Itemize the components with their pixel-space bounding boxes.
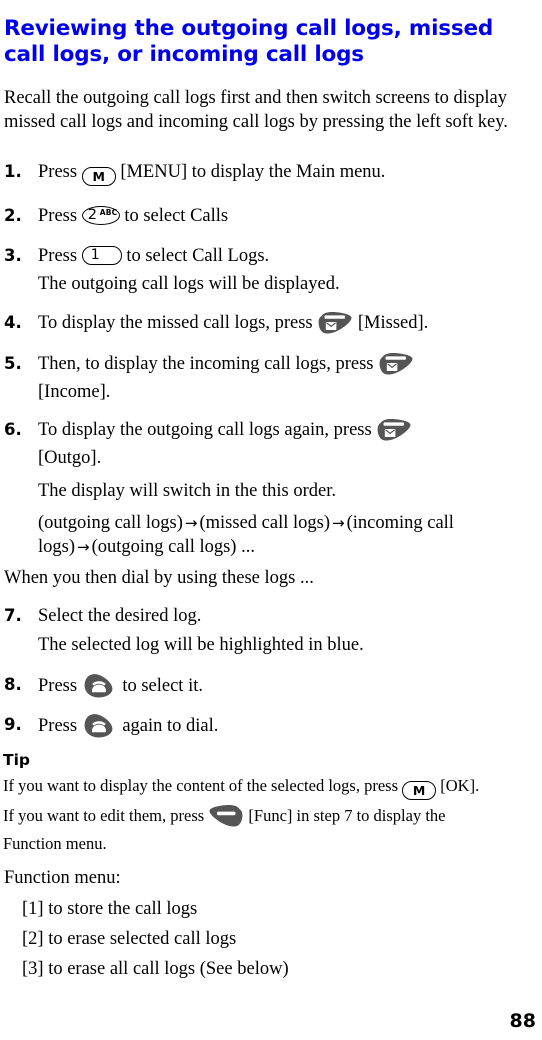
send-call-key-icon xyxy=(82,673,118,699)
digit-key-2-abc-icon: 2 ABC xyxy=(81,206,120,225)
step-4: 4. To display the missed call logs, pres… xyxy=(4,311,542,335)
digit-key-1-icon: 1 xyxy=(81,246,122,265)
step-6: 6. To display the outgoing call logs aga… xyxy=(4,418,542,442)
step-7-body: Select the desired log. xyxy=(38,606,202,626)
step-6-number: 6. xyxy=(4,420,22,439)
step-8-text-after: to select it. xyxy=(122,676,203,696)
step-8-number: 8. xyxy=(4,675,22,694)
step-4-number: 4. xyxy=(4,313,22,332)
function-menu-item-1: [1] to store the call logs xyxy=(22,899,198,919)
tip-heading: Tip xyxy=(3,751,30,769)
step-5-body: Then, to display the incoming call logs,… xyxy=(38,352,542,376)
left-soft-key-icon xyxy=(317,311,353,335)
sequence-part-5: (outgoing call logs) ... xyxy=(91,537,255,557)
step-2-text-after: to select Calls xyxy=(124,206,229,226)
step-5-text-before: Then, to display the incoming call logs,… xyxy=(38,354,374,374)
step-1-text-before: Press xyxy=(38,162,78,182)
step-7-number: 7. xyxy=(4,606,22,625)
menu-key-M-icon: M xyxy=(402,781,437,800)
left-soft-key-icon xyxy=(376,418,412,442)
tip-line-1-text-after: [OK]. xyxy=(440,776,480,795)
step-9-text-before: Press xyxy=(38,716,78,736)
step-4-body: To display the missed call logs, press [… xyxy=(38,311,542,335)
left-soft-key-icon xyxy=(378,352,414,376)
intro-paragraph: Recall the outgoing call logs first and … xyxy=(4,87,508,132)
step-1-number: 1. xyxy=(4,162,22,181)
step-3-note: The outgoing call logs will be displayed… xyxy=(38,274,340,294)
arrow-right-icon: → xyxy=(184,514,198,532)
digit-1-glyph: 1 xyxy=(90,247,100,263)
tip-line-2: If you want to edit them, press [Func] i… xyxy=(3,804,542,828)
step-4-text-before: To display the missed call logs, press xyxy=(38,313,313,333)
arrow-right-icon: → xyxy=(77,538,90,556)
function-menu-item-3: [3] to erase all call logs (See below) xyxy=(22,959,289,979)
step-6-text-after: [Outgo]. xyxy=(38,448,102,468)
step-5-text-after: [Income]. xyxy=(38,382,111,402)
step-3: 3. Press 1 to select Call Logs. xyxy=(4,244,542,268)
step-8: 8. Press to select it. xyxy=(4,673,542,699)
manual-page: Reviewing the outgoing call logs, missed… xyxy=(0,0,542,1040)
step-9: 9. Press again to dial. xyxy=(4,713,542,739)
sequence-part-2: (missed call logs) xyxy=(199,513,330,533)
step-3-number: 3. xyxy=(4,246,22,265)
transition-paragraph: When you then dial by using these logs .… xyxy=(4,568,314,588)
page-number: 88 xyxy=(509,1010,536,1032)
step-1-body: Press M [MENU] to display the Main menu. xyxy=(38,160,542,186)
function-menu-heading: Function menu: xyxy=(4,868,121,888)
step-3-text-after: to select Call Logs. xyxy=(126,246,270,266)
step-6-sequence-line-2: logs) → (outgoing call logs) ... xyxy=(38,535,542,559)
step-1: 1. Press M [MENU] to display the Main me… xyxy=(4,160,542,186)
digit-2-letters: ABC xyxy=(99,208,118,217)
step-7-note: The selected log will be highlighted in … xyxy=(38,635,364,655)
sequence-part-4: logs) xyxy=(38,537,75,557)
tip-line-1-text-before: If you want to display the content of th… xyxy=(3,776,398,795)
step-9-number: 9. xyxy=(4,715,22,734)
step-5-number: 5. xyxy=(4,354,22,373)
step-7: 7. Select the desired log. xyxy=(4,604,542,628)
right-soft-key-icon xyxy=(208,804,244,828)
digit-2-glyph: 2 xyxy=(87,207,97,223)
tip-line-3: Function menu. xyxy=(3,834,107,853)
tip-line-2-text-before: If you want to edit them, press xyxy=(3,806,205,825)
step-3-text-before: Press xyxy=(38,246,78,266)
step-8-text-before: Press xyxy=(38,676,78,696)
step-2-text-before: Press xyxy=(38,206,78,226)
menu-key-letter: M xyxy=(92,169,105,184)
step-1-text-after: [MENU] to display the Main menu. xyxy=(120,162,386,182)
sequence-part-3: (incoming call xyxy=(346,513,454,533)
menu-key-M-icon: M xyxy=(81,167,116,186)
arrow-right-icon: → xyxy=(332,514,345,532)
step-9-text-after: again to dial. xyxy=(122,716,219,736)
step-4-text-after: [Missed]. xyxy=(357,313,429,333)
step-3-body: Press 1 to select Call Logs. xyxy=(38,244,542,268)
send-call-key-icon xyxy=(82,713,118,739)
tip-line-2-text-after: [Func] in step 7 to display the xyxy=(248,806,446,825)
function-menu-item-2: [2] to erase selected call logs xyxy=(22,929,237,949)
step-8-body: Press to select it. xyxy=(38,673,542,699)
step-2-number: 2. xyxy=(4,206,22,225)
step-6-sequence-line-1: (outgoing call logs) → (missed call logs) →… xyxy=(38,511,542,535)
step-6-note: The display will switch in the this orde… xyxy=(38,481,337,501)
step-6-body: To display the outgoing call logs again,… xyxy=(38,418,542,442)
step-2: 2. Press 2 ABC to select Calls xyxy=(4,204,542,228)
step-2-body: Press 2 ABC to select Calls xyxy=(38,204,542,228)
tip-line-1: If you want to display the content of th… xyxy=(3,775,542,800)
step-9-body: Press again to dial. xyxy=(38,713,542,739)
step-6-text-before: To display the outgoing call logs again,… xyxy=(38,420,372,440)
step-5: 5. Then, to display the incoming call lo… xyxy=(4,352,542,376)
sequence-part-1: (outgoing call logs) xyxy=(38,513,183,533)
page-title: Reviewing the outgoing call logs, missed… xyxy=(4,16,494,68)
menu-key-letter: M xyxy=(412,783,426,798)
